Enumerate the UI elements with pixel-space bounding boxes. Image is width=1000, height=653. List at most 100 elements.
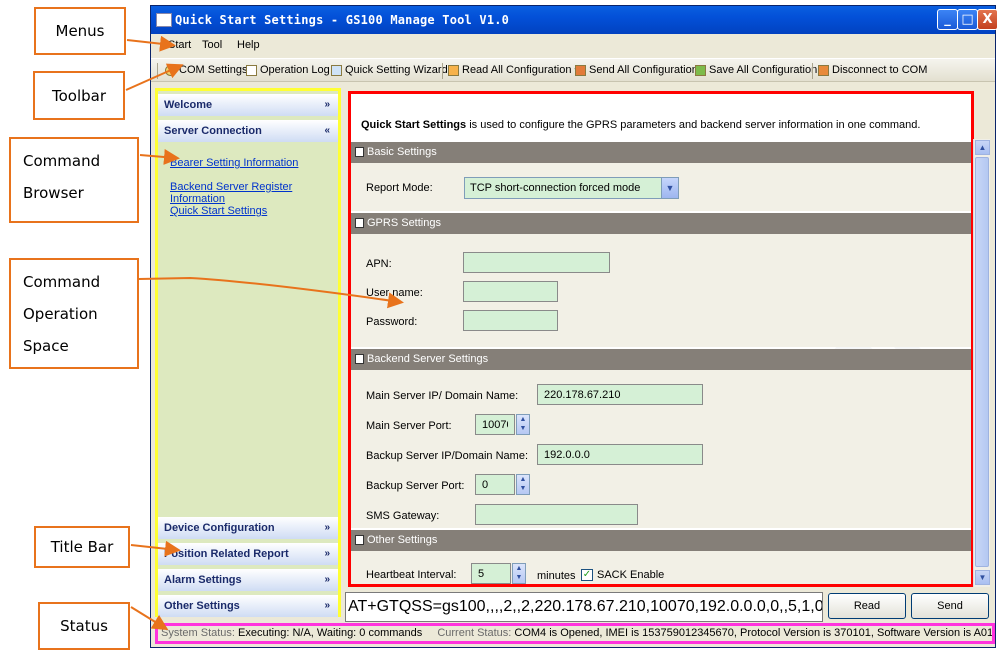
section-header-other[interactable]: Other Settings [351, 530, 971, 551]
collapse-icon[interactable] [355, 218, 364, 228]
apn-input[interactable] [463, 252, 610, 273]
app-icon [156, 13, 172, 27]
window-title: Quick Start Settings - GS100 Manage Tool… [175, 13, 510, 27]
collapse-icon[interactable] [355, 354, 364, 364]
send-all-configuration-button[interactable]: Send All Configuration [575, 64, 698, 76]
send-icon [575, 64, 586, 76]
sidebar-header-welcome[interactable]: Welcome » [158, 94, 338, 116]
chevron-down-icon: » [324, 600, 330, 611]
menu-start[interactable]: Start [168, 39, 191, 51]
status-bar: System Status: Executing: N/A, Waiting: … [155, 623, 995, 644]
backup-server-port-input[interactable] [475, 474, 515, 495]
toolbar-grip [157, 63, 158, 79]
stepper-arrows-icon[interactable]: ▲ ▼ [516, 474, 530, 495]
link-bearer-setting[interactable]: Bearer Setting Information [170, 157, 298, 169]
send-button[interactable]: Send [911, 593, 989, 619]
sms-gateway-label: SMS Gateway: [366, 510, 440, 522]
sms-gateway-input[interactable] [475, 504, 638, 525]
menu-tool[interactable]: Tool [202, 39, 222, 51]
sack-enable-checkbox[interactable]: ✓ [581, 569, 593, 581]
link-quick-start-settings[interactable]: Quick Start Settings [170, 205, 267, 217]
app-window: Quick Start Settings - GS100 Manage Tool… [150, 5, 998, 648]
operation-log-button[interactable]: Operation Log [246, 64, 330, 76]
backup-server-ip-label: Backup Server IP/Domain Name: [366, 450, 529, 462]
main-server-ip-input[interactable] [537, 384, 703, 405]
system-status-value: Executing: N/A, Waiting: 0 commands [234, 627, 423, 639]
password-label: Password: [366, 316, 418, 328]
user-name-label: User name: [366, 287, 423, 299]
minimize-button[interactable]: _ [937, 9, 958, 30]
wizard-icon [331, 64, 342, 76]
sidebar-header-position-related-report[interactable]: Position Related Report » [158, 543, 338, 565]
vertical-scrollbar[interactable]: ▲ ▼ [973, 139, 990, 587]
save-all-configuration-button[interactable]: Save All Configuration [695, 64, 817, 76]
toolbar-separator [442, 63, 443, 79]
section-other: Heartbeat Interval: ▲▼ minutes ✓ SACK En… [351, 551, 971, 584]
stepper-arrows-icon[interactable]: ▲ ▼ [516, 414, 530, 435]
scrollbar-thumb[interactable] [975, 157, 989, 567]
read-button[interactable]: Read [828, 593, 906, 619]
report-mode-select[interactable]: TCP short-connection forced mode ▼ [464, 177, 679, 199]
password-input[interactable] [463, 310, 558, 331]
chevron-down-icon: » [324, 522, 330, 533]
command-operation-space: Olink Quick Start Settings is used to co… [348, 91, 975, 587]
maximize-button[interactable]: □ [957, 9, 978, 30]
heartbeat-interval-stepper[interactable]: ▲▼ [471, 563, 526, 584]
system-status-label: System Status: [161, 627, 235, 639]
command-browser: Welcome » Server Connection « Bearer Set… [155, 88, 341, 617]
disconnect-icon [818, 64, 829, 76]
disconnect-com-button[interactable]: Disconnect to COM [818, 64, 927, 76]
close-button[interactable]: X [977, 9, 998, 30]
scroll-down-icon[interactable]: ▼ [975, 570, 990, 585]
sidebar-header-server-connection[interactable]: Server Connection « [158, 120, 338, 142]
menu-help[interactable]: Help [237, 39, 260, 51]
sidebar-header-other-settings[interactable]: Other Settings » [158, 595, 338, 617]
menu-bar: Start Tool Help [151, 34, 995, 56]
sidebar-header-device-configuration[interactable]: Device Configuration » [158, 517, 338, 539]
backup-server-port-label: Backup Server Port: [366, 480, 465, 492]
collapse-icon[interactable] [355, 147, 364, 157]
current-status-value: COM4 is Opened, IMEI is 153759012345670,… [511, 627, 995, 639]
read-all-configuration-button[interactable]: Read All Configuration ▾ [448, 64, 579, 76]
sidebar-header-alarm-settings[interactable]: Alarm Settings » [158, 569, 338, 591]
heartbeat-interval-label: Heartbeat Interval: [366, 569, 457, 581]
sack-enable-label: SACK Enable [597, 569, 665, 581]
callout-menus: Menus [34, 7, 126, 55]
chevron-down-icon[interactable]: ▼ [661, 178, 678, 198]
section-header-gprs[interactable]: GPRS Settings [351, 213, 971, 234]
scroll-up-icon[interactable]: ▲ [975, 140, 990, 155]
backup-server-ip-input[interactable] [537, 444, 703, 465]
main-server-ip-label: Main Server IP/ Domain Name: [366, 390, 519, 402]
backup-server-port-stepper[interactable]: ▲▼ [475, 474, 530, 495]
user-name-input[interactable] [463, 281, 558, 302]
main-server-port-input[interactable] [475, 414, 515, 435]
main-server-port-label: Main Server Port: [366, 420, 452, 432]
gear-icon [165, 64, 176, 76]
callout-title-bar: Title Bar [34, 526, 130, 568]
section-header-basic[interactable]: Basic Settings [351, 142, 971, 163]
command-line-field[interactable]: AT+GTQSS=gs100,,,,2,,2,220.178.67.210,10… [345, 592, 823, 622]
save-icon [695, 64, 706, 76]
com-settings-button[interactable]: COM Settings [165, 64, 247, 76]
report-mode-label: Report Mode: [366, 182, 433, 194]
section-header-backend[interactable]: Backend Server Settings [351, 349, 971, 370]
read-icon [448, 64, 459, 76]
heartbeat-interval-input[interactable] [471, 563, 511, 584]
quick-setting-wizard-button[interactable]: Quick Setting Wizard [331, 64, 448, 76]
stepper-arrows-icon[interactable]: ▲ ▼ [512, 563, 526, 584]
chevron-down-icon: » [324, 548, 330, 559]
title-bar[interactable]: Quick Start Settings - GS100 Manage Tool… [151, 6, 998, 34]
section-gprs: APN: User name: Password: [351, 234, 971, 347]
chevron-down-icon: » [324, 99, 330, 110]
section-backend: Main Server IP/ Domain Name: Main Server… [351, 370, 971, 528]
callout-command-browser: Command Browser [9, 137, 139, 223]
minutes-label: minutes [537, 570, 576, 582]
log-icon [246, 64, 257, 76]
main-server-port-stepper[interactable]: ▲▼ [475, 414, 530, 435]
chevron-down-icon: » [324, 574, 330, 585]
link-backend-server-register[interactable]: Backend Server Register Information [170, 181, 338, 205]
apn-label: APN: [366, 258, 392, 270]
chevron-up-icon: « [324, 125, 330, 136]
collapse-icon[interactable] [355, 535, 364, 545]
callout-command-operation-space: Command Operation Space [9, 258, 139, 369]
